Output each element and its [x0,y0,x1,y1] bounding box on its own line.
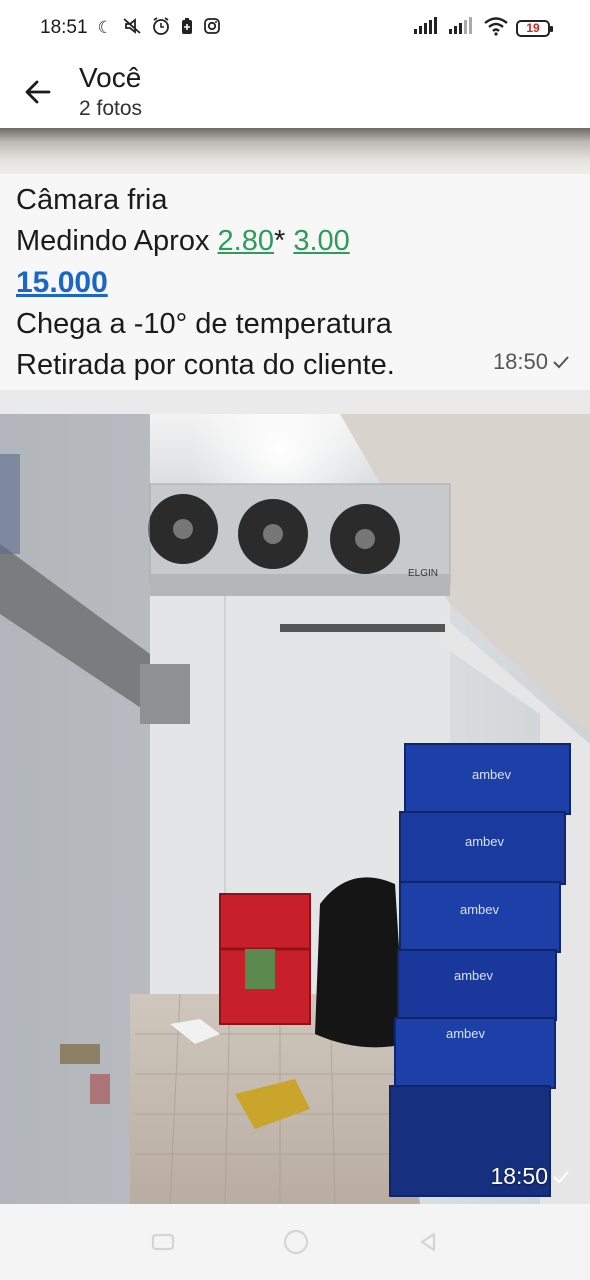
caption-line-1: Câmara fria [16,184,168,216]
mute-icon [122,17,142,40]
check-icon [553,1170,569,1183]
unit-brand-text: ELGIN [408,568,438,579]
signal-icon [448,16,476,40]
caption-line-5: Retirada por conta do cliente. [16,349,395,381]
header-text: Você 2 fotos [79,62,142,122]
crate-brand-4: ambev [454,968,494,983]
battery-icon: 19 [516,19,553,37]
recent-apps-icon[interactable] [150,1231,176,1253]
number-link[interactable]: 15.000 [16,266,108,299]
battery-saver-icon [180,17,194,40]
photo-image: ELGIN ambev ambev ambev ambev ambev [0,414,590,1204]
back-icon[interactable] [416,1230,440,1254]
arrow-left-icon [25,80,51,104]
caption-line-2: Medindo Aprox 2.80* 3.00 [16,221,574,262]
header-title: Você [79,62,142,93]
photo-timestamp: 18:50 [490,1163,570,1190]
fan-icon [148,494,218,564]
wifi-icon [483,16,509,41]
divider [0,390,590,414]
previous-photo[interactable] [0,128,590,174]
back-button[interactable] [0,56,76,128]
caption-separator: * [273,225,294,257]
screen: 18:51 ☾ 19 Você 2 fotos Câmara fria Medi… [0,0,590,1280]
phone-link-2[interactable]: 3.00 [293,225,349,257]
status-bar: 18:51 ☾ 19 [0,0,590,56]
alarm-icon [151,16,171,41]
crate-brand-3: ambev [460,902,500,917]
status-time: 18:51 [40,17,88,38]
caption-timestamp: 18:50 [493,341,570,382]
photo-time: 18:50 [490,1163,548,1189]
photo-caption: Câmara fria Medindo Aprox 2.80* 3.00 15.… [0,174,590,390]
crate-brand-2: ambev [465,834,505,849]
crate-brand-5: ambev [446,1026,486,1041]
caption-line-4: Chega a -10° de temperatura [16,308,392,340]
home-icon[interactable] [282,1228,310,1256]
status-icons-right: 19 [413,16,553,41]
crate-brand-1: ambev [472,767,512,782]
status-icons-left: ☾ [98,16,221,41]
caption-line-3: 15.000 [16,262,574,304]
instagram-icon [203,17,221,40]
caption-prefix: Medindo Aprox [16,225,218,257]
fan-icon [238,499,308,569]
fan-icon [330,504,400,574]
crate-stack: ambev ambev ambev ambev ambev [389,743,571,1197]
header-subtitle: 2 fotos [79,97,143,120]
phone-link-1[interactable]: 2.80 [218,225,274,257]
check-icon [553,355,569,368]
app-header: Você 2 fotos [0,56,590,128]
signal-icon [413,16,441,40]
system-nav-bar [0,1204,590,1280]
caption-time: 18:50 [492,349,548,374]
cold-room-photo[interactable]: ELGIN ambev ambev ambev ambev ambev 18:5… [0,414,590,1204]
moon-icon: ☾ [97,18,113,37]
